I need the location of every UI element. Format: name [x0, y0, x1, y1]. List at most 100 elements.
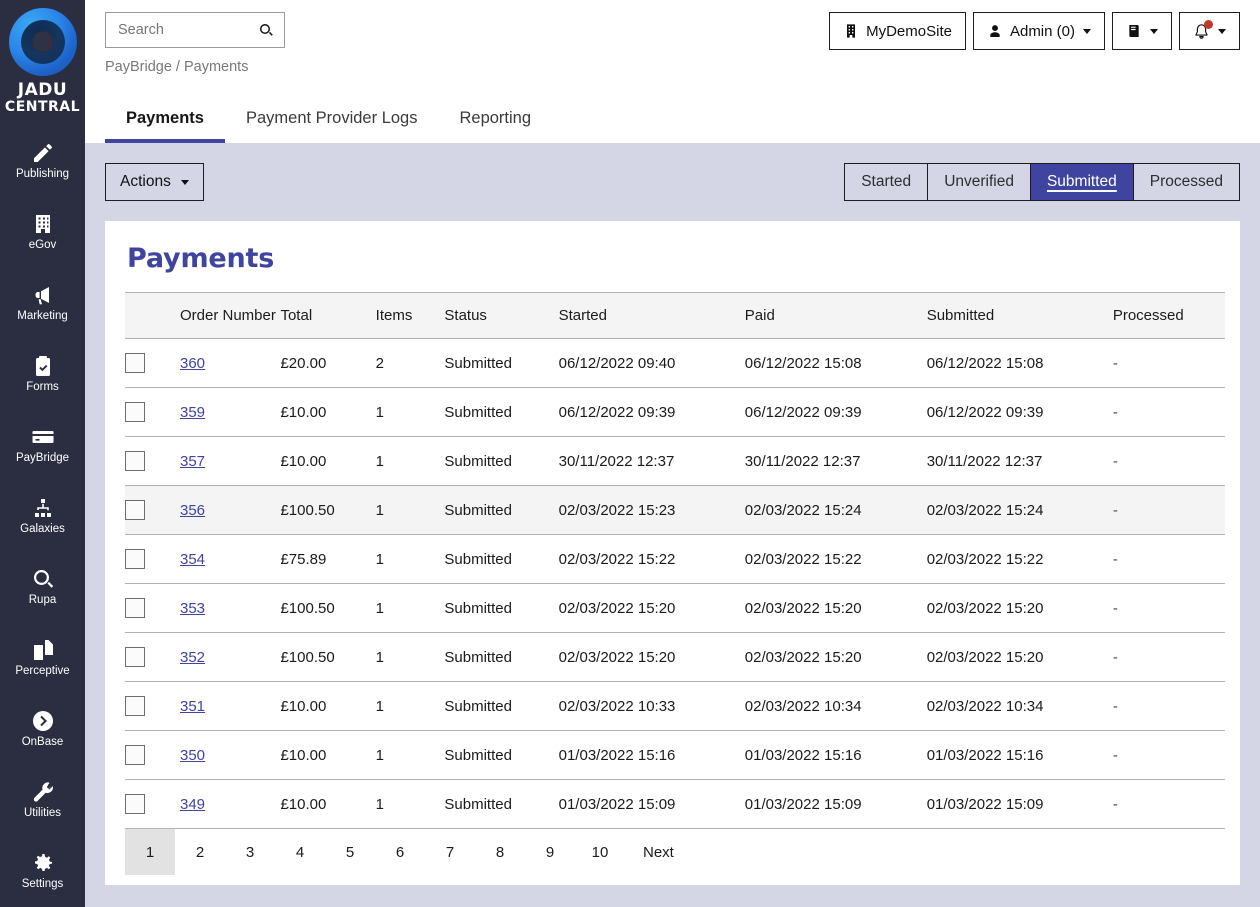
site-selector-button[interactable]: MyDemoSite — [829, 12, 966, 50]
sidebar-item-utilities[interactable]: Utilities — [0, 764, 85, 835]
status-cell: Submitted — [444, 338, 559, 388]
chevron-down-icon — [1150, 28, 1158, 34]
account-menu-label: Admin (0) — [1009, 22, 1075, 40]
table-row[interactable]: 350 £10.00 1 Submitted 01/03/2022 15:16 01/03… — [125, 730, 1225, 780]
table-row[interactable]: 352 £100.50 1 Submitted 02/03/2022 15:20 02/0… — [125, 632, 1225, 682]
table-row[interactable]: 351 £10.00 1 Submitted 02/03/2022 10:33 02/03… — [125, 681, 1225, 731]
page-link-1[interactable]: 1 — [125, 829, 175, 875]
sidebar-item-rupa[interactable]: Rupa — [0, 551, 85, 622]
items-cell: 1 — [375, 387, 445, 437]
table-row[interactable]: 360 £20.00 2 Submitted 06/12/2022 09:40 06/12… — [125, 338, 1225, 388]
sidebar-item-forms[interactable]: Forms — [0, 338, 85, 409]
items-cell: 1 — [375, 534, 445, 584]
actions-dropdown-button[interactable]: Actions — [105, 163, 204, 201]
page-link-9[interactable]: 9 — [525, 829, 575, 875]
manual-menu-button[interactable] — [1112, 12, 1172, 50]
bell-icon — [1193, 19, 1213, 40]
total-cell: £100.50 — [280, 485, 376, 535]
page-link-3[interactable]: 3 — [225, 829, 275, 875]
order-number-link[interactable]: 356 — [180, 502, 205, 519]
sidebar-label-perceptive: Perceptive — [15, 664, 70, 677]
row-checkbox[interactable] — [125, 549, 145, 569]
processed-cell: - — [1112, 534, 1225, 584]
paid-cell: 01/03/2022 15:09 — [744, 779, 927, 829]
row-checkbox[interactable] — [125, 794, 145, 814]
row-select-cell — [125, 436, 180, 486]
page-link-8[interactable]: 8 — [475, 829, 525, 875]
processed-cell: - — [1112, 583, 1225, 633]
order-number-link[interactable]: 349 — [180, 796, 205, 813]
row-checkbox[interactable] — [125, 451, 145, 471]
column-total: Total — [280, 292, 376, 339]
table-row[interactable]: 349 £10.00 1 Submitted 01/03/2022 15:09 01/03… — [125, 779, 1225, 829]
tab-payment-provider-logs[interactable]: Payment Provider Logs — [225, 109, 439, 144]
order-number-link[interactable]: 352 — [180, 649, 205, 666]
brand-name-line1: JADU — [17, 80, 68, 100]
page-link-10[interactable]: 10 — [575, 829, 625, 875]
table-row[interactable]: 353 £100.50 1 Submitted 02/03/2022 15:20 02/0… — [125, 583, 1225, 633]
order-number-link[interactable]: 350 — [180, 747, 205, 764]
row-checkbox[interactable] — [125, 647, 145, 667]
tab-reporting[interactable]: Reporting — [438, 109, 552, 144]
brand-logo[interactable]: JADU CENTRAL — [0, 0, 85, 117]
content-toolbar: Actions Started Unverified Submitted Pro… — [105, 162, 1240, 202]
submitted-cell: 02/03/2022 15:24 — [926, 485, 1113, 535]
sidebar-item-paybridge[interactable]: PayBridge — [0, 409, 85, 480]
page-link-4[interactable]: 4 — [275, 829, 325, 875]
items-cell: 1 — [375, 485, 445, 535]
sidebar-label-utilities: Utilities — [23, 806, 62, 819]
page-link-6[interactable]: 6 — [375, 829, 425, 875]
table-row[interactable]: 354 £75.89 1 Submitted 02/03/2022 15:22 02/03… — [125, 534, 1225, 584]
sidebar-item-marketing[interactable]: Marketing — [0, 267, 85, 338]
row-checkbox[interactable] — [125, 598, 145, 618]
row-select-cell — [125, 730, 180, 780]
search-box[interactable] — [105, 12, 285, 48]
table-row[interactable]: 356 £100.50 1 Submitted 02/03/2022 15:23 02/0… — [125, 485, 1225, 535]
order-number-link[interactable]: 351 — [180, 698, 205, 715]
table-row[interactable]: 359 £10.00 1 Submitted 06/12/2022 09:39 06/12… — [125, 387, 1225, 437]
sidebar-label-galaxies: Galaxies — [20, 522, 65, 535]
filter-started[interactable]: Started — [845, 164, 929, 200]
filter-submitted[interactable]: Submitted — [1030, 164, 1134, 200]
page-next-button[interactable]: Next — [625, 829, 692, 875]
clipboard-check-icon — [31, 354, 55, 378]
sidebar-item-onbase[interactable]: OnBase — [0, 693, 85, 764]
sidebar-item-galaxies[interactable]: Galaxies — [0, 480, 85, 551]
sidebar-item-egov[interactable]: eGov — [0, 196, 85, 267]
sidebar-label-paybridge: PayBridge — [15, 451, 70, 464]
row-checkbox[interactable] — [125, 745, 145, 765]
header-actions: MyDemoSite Admin (0) — [829, 12, 1240, 50]
submitted-cell: 02/03/2022 15:22 — [926, 534, 1113, 584]
sidebar-item-settings[interactable]: Settings — [0, 835, 85, 906]
account-menu-button[interactable]: Admin (0) — [972, 12, 1105, 50]
row-checkbox[interactable] — [125, 696, 145, 716]
tab-payments[interactable]: Payments — [105, 109, 225, 143]
paid-cell: 30/11/2022 12:37 — [744, 436, 927, 486]
page-link-2[interactable]: 2 — [175, 829, 225, 875]
order-number-link[interactable]: 357 — [180, 453, 205, 470]
started-cell: 02/03/2022 10:33 — [558, 681, 745, 731]
total-cell: £75.89 — [280, 534, 376, 584]
filter-processed[interactable]: Processed — [1133, 164, 1239, 200]
filter-unverified[interactable]: Unverified — [928, 164, 1031, 200]
page-link-7[interactable]: 7 — [425, 829, 475, 875]
notifications-button[interactable] — [1179, 12, 1240, 50]
search-icon[interactable] — [258, 22, 274, 38]
status-cell: Submitted — [444, 730, 559, 780]
page-link-5[interactable]: 5 — [325, 829, 375, 875]
started-cell: 02/03/2022 15:20 — [558, 583, 745, 633]
started-cell: 30/11/2022 12:37 — [558, 436, 745, 486]
sidebar-item-publishing[interactable]: Publishing — [0, 125, 85, 196]
table-row[interactable]: 357 £10.00 1 Submitted 30/11/2022 12:37 30/11… — [125, 436, 1225, 486]
row-checkbox[interactable] — [125, 353, 145, 373]
search-input[interactable] — [116, 21, 258, 39]
row-checkbox[interactable] — [125, 402, 145, 422]
paid-cell: 06/12/2022 09:39 — [744, 387, 927, 437]
order-number-link[interactable]: 359 — [180, 404, 205, 421]
order-number-link[interactable]: 354 — [180, 551, 205, 568]
row-checkbox[interactable] — [125, 500, 145, 520]
paid-cell: 02/03/2022 10:34 — [744, 681, 927, 731]
order-number-link[interactable]: 360 — [180, 355, 205, 372]
sidebar-item-perceptive[interactable]: Perceptive — [0, 622, 85, 693]
order-number-link[interactable]: 353 — [180, 600, 205, 617]
